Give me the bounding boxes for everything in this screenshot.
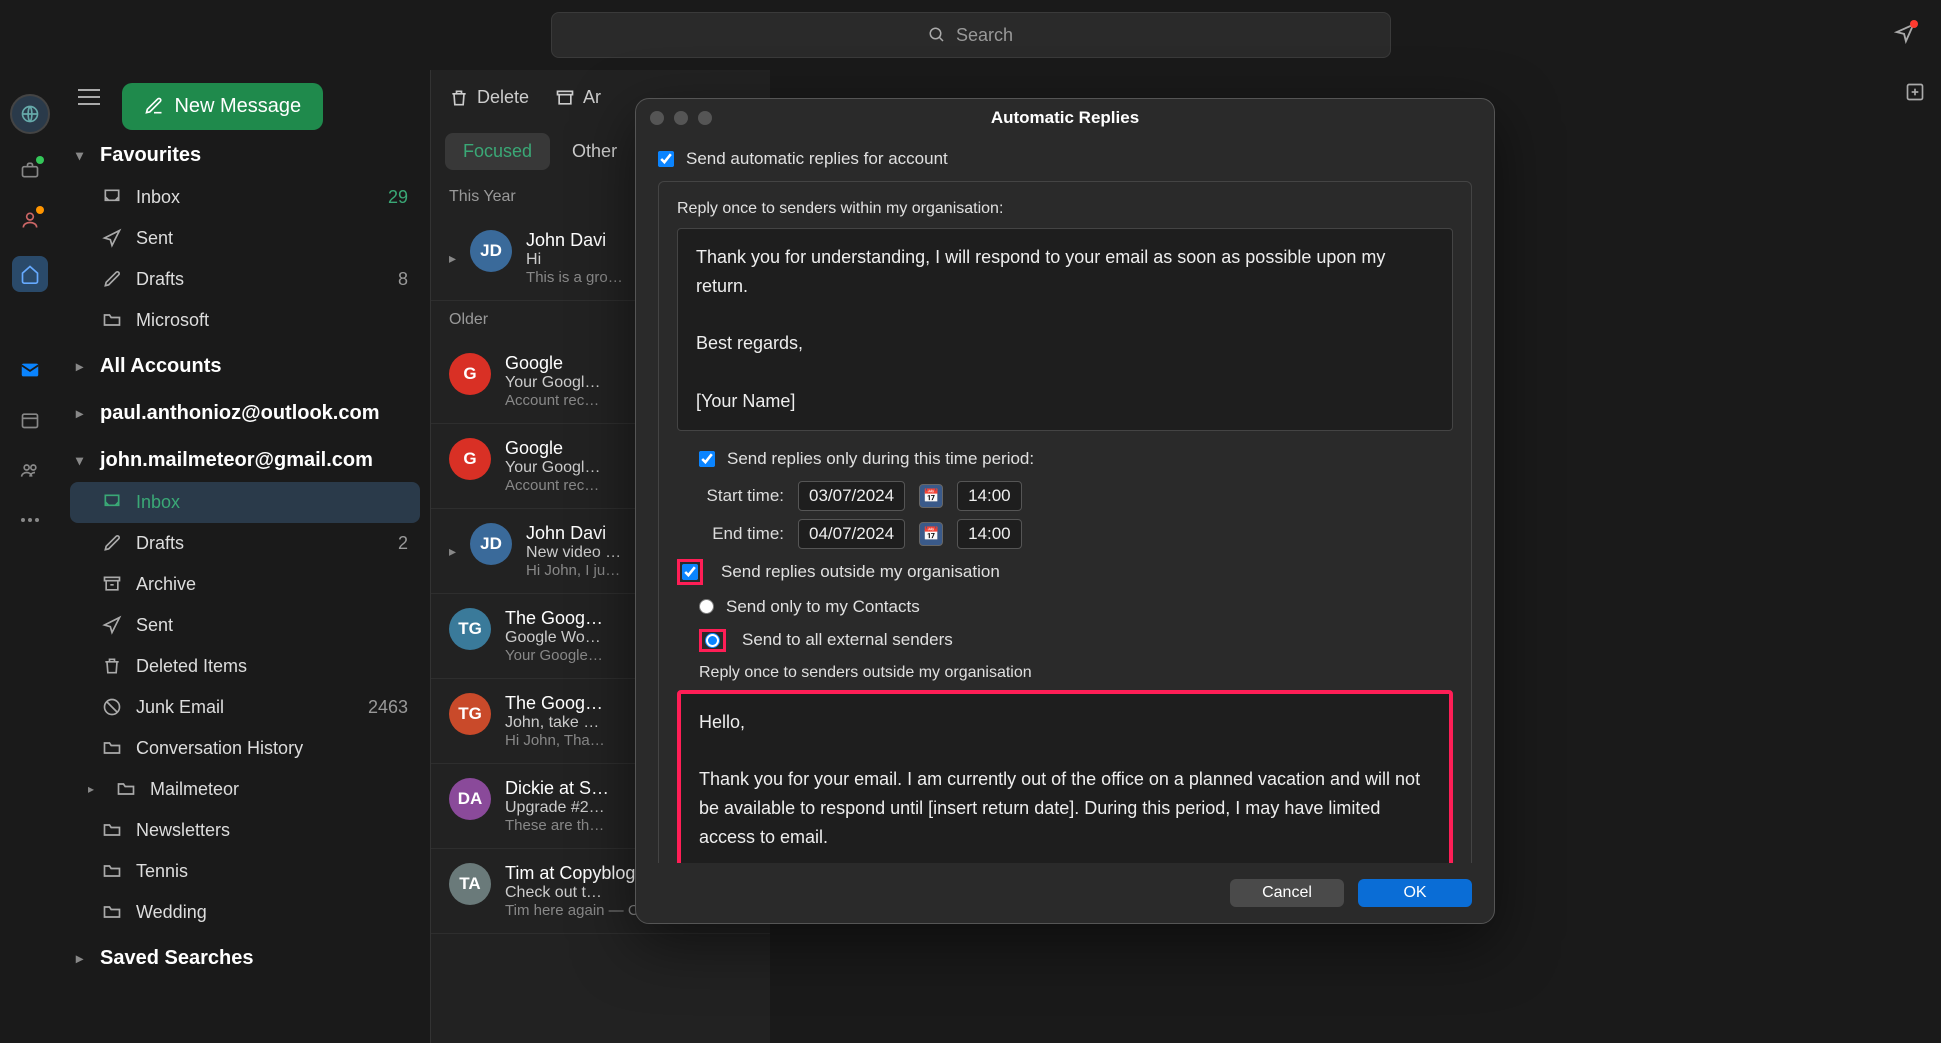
all-external-label: Send to all external senders [742, 630, 953, 650]
start-time-label: Start time: [699, 486, 784, 506]
contacts-only-label: Send only to my Contacts [726, 597, 920, 617]
org-label: Reply once to senders within my organisa… [677, 200, 1453, 218]
modal-title: Automatic Replies [991, 108, 1139, 128]
send-auto-checkbox[interactable] [658, 151, 674, 167]
outside-org-label: Send replies outside my organisation [721, 562, 1000, 582]
outside-org-checkbox[interactable] [682, 564, 698, 580]
start-date-input[interactable]: 03/07/2024 [798, 481, 905, 511]
calendar-icon[interactable]: 📅 [919, 522, 943, 546]
end-date-input[interactable]: 04/07/2024 [798, 519, 905, 549]
org-reply-textarea[interactable]: Thank you for understanding, I will resp… [677, 228, 1453, 431]
ok-button[interactable]: OK [1358, 879, 1472, 907]
end-time-input[interactable]: 14:00 [957, 519, 1022, 549]
ext-label: Reply once to senders outside my organis… [699, 664, 1453, 682]
end-time-label: End time: [699, 524, 784, 544]
ext-reply-textarea[interactable]: Hello,Thank you for your email. I am cur… [677, 690, 1453, 863]
modal-title-bar: Automatic Replies [636, 99, 1494, 137]
send-auto-label: Send automatic replies for account [686, 149, 948, 169]
time-period-checkbox[interactable] [699, 451, 715, 467]
contacts-only-radio[interactable] [699, 599, 714, 614]
traffic-lights[interactable] [650, 111, 712, 125]
maximize-icon[interactable] [698, 111, 712, 125]
modal-overlay: Automatic Replies Send automatic replies… [0, 0, 1941, 1043]
start-time-input[interactable]: 14:00 [957, 481, 1022, 511]
all-external-radio[interactable] [705, 633, 720, 648]
cancel-button[interactable]: Cancel [1230, 879, 1344, 907]
calendar-icon[interactable]: 📅 [919, 484, 943, 508]
time-period-label: Send replies only during this time perio… [727, 449, 1034, 469]
automatic-replies-modal: Automatic Replies Send automatic replies… [635, 98, 1495, 924]
close-icon[interactable] [650, 111, 664, 125]
minimize-icon[interactable] [674, 111, 688, 125]
